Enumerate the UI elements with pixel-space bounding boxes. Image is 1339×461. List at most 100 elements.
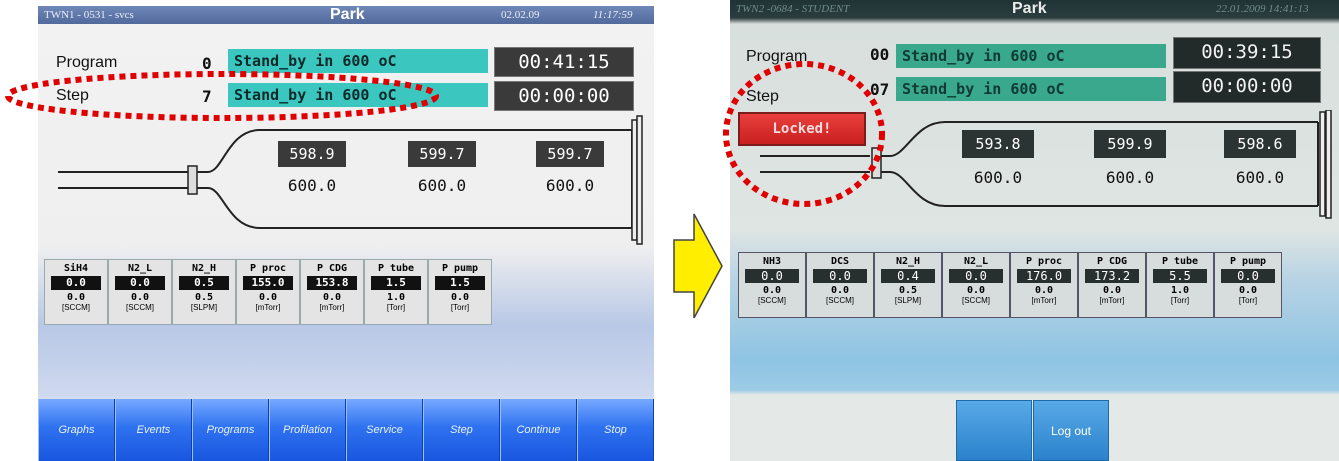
gas-unit: [Torr]: [450, 303, 470, 312]
screen-title: Park: [1012, 0, 1047, 17]
gas-name: SiH4: [63, 263, 89, 274]
gas-setpoint: 0.0: [1034, 285, 1054, 296]
gas-cell: P proc 176.0 0.0 [mTorr]: [1010, 252, 1078, 318]
system-name: TWN1 - 0531 - svcs: [44, 9, 134, 21]
gas-unit: [mTorr]: [1031, 296, 1057, 305]
gas-setpoint: 0.0: [1238, 285, 1258, 296]
gas-actual: 0.0: [1221, 269, 1275, 283]
date-time-display: 22.01.2009 14:41:13: [1216, 3, 1309, 15]
logout-button[interactable]: Log out: [1033, 400, 1109, 461]
gas-name: DCS: [830, 256, 850, 267]
time-display: 11:17:59: [593, 9, 633, 21]
graphs-button[interactable]: Graphs: [38, 399, 115, 461]
bottom-button-bar: Graphs Events Programs Profilation Servi…: [38, 399, 654, 461]
gas-name: P CDG: [1096, 256, 1128, 267]
gas-setpoint: 0.0: [66, 292, 86, 303]
programs-button[interactable]: Programs: [192, 399, 269, 461]
gas-unit: [SCCM]: [962, 296, 990, 305]
gas-actual: 0.0: [115, 276, 165, 290]
step-timer: 00:00:00: [1174, 72, 1320, 102]
gas-unit: [mTorr]: [319, 303, 345, 312]
gas-setpoint: 1.0: [386, 292, 406, 303]
step-name: Stand_by in 600 oC: [896, 77, 1166, 101]
step-highlight-ellipse: [5, 71, 439, 121]
program-name: Stand_by in 600 oC: [896, 44, 1166, 68]
gas-unit: [SLPM]: [894, 296, 922, 305]
gas-actual: 173.2: [1085, 269, 1139, 283]
gas-setpoint: 0.0: [130, 292, 150, 303]
zone1-actual-temp: 598.9: [278, 141, 346, 167]
gas-cell: P pump 0.0 0.0 [Torr]: [1214, 252, 1282, 318]
gas-actual: 0.0: [949, 269, 1003, 283]
gas-cell: N2_H 0.5 0.5 [SLPM]: [172, 259, 236, 325]
gas-name: P CDG: [316, 263, 348, 274]
gas-cell: P CDG 153.8 0.0 [mTorr]: [300, 259, 364, 325]
profilation-button[interactable]: Profilation: [269, 399, 346, 461]
gas-unit: [Torr]: [1238, 296, 1258, 305]
zone3-actual-temp: 598.6: [1224, 130, 1296, 158]
gas-setpoint: 0.5: [898, 285, 918, 296]
stop-button[interactable]: Stop: [577, 399, 654, 461]
gas-cell: P pump 1.5 0.0 [Torr]: [428, 259, 492, 325]
zone1-setpoint: 600.0: [287, 176, 337, 195]
gas-cell: P tube 1.5 1.0 [Torr]: [364, 259, 428, 325]
gas-unit: [SCCM]: [126, 303, 154, 312]
gas-setpoint: 0.0: [966, 285, 986, 296]
gas-cell: NH3 0.0 0.0 [SCCM]: [738, 252, 806, 318]
gas-setpoint: 0.0: [762, 285, 782, 296]
gas-unit: [SCCM]: [62, 303, 90, 312]
gas-name: N2_H: [895, 256, 921, 267]
gas-name: N2_L: [127, 263, 153, 274]
gas-actual: 1.5: [435, 276, 485, 290]
gas-cell: N2_H 0.4 0.5 [SLPM]: [874, 252, 942, 318]
title-bar: TWN1 - 0531 - svcs Park 02.02.09 11:17:5…: [38, 6, 654, 24]
gas-actual: 0.5: [179, 276, 229, 290]
gas-setpoint: 0.0: [450, 292, 470, 303]
gas-setpoint: 0.5: [194, 292, 214, 303]
gas-cell: P proc 155.0 0.0 [mTorr]: [236, 259, 300, 325]
continue-button[interactable]: Continue: [500, 399, 577, 461]
gas-setpoint: 0.0: [258, 292, 278, 303]
gas-actual: 176.0: [1017, 269, 1071, 283]
step-button[interactable]: Step: [423, 399, 500, 461]
zone1-actual-temp: 593.8: [962, 130, 1034, 158]
service-button[interactable]: Service: [346, 399, 423, 461]
blank-button[interactable]: [956, 400, 1032, 461]
gas-cell: P CDG 173.2 0.0 [mTorr]: [1078, 252, 1146, 318]
events-button[interactable]: Events: [115, 399, 192, 461]
zone2-setpoint: 600.0: [417, 176, 467, 195]
gas-actual: 0.0: [51, 276, 101, 290]
gas-pressure-grid: SiH4 0.0 0.0 [SCCM] N2_L 0.0 0.0 [SCCM] N2_H 0.…: [44, 259, 492, 325]
gas-setpoint: 0.0: [322, 292, 342, 303]
gas-actual: 155.0: [243, 276, 293, 290]
gas-cell: N2_L 0.0 0.0 [SCCM]: [942, 252, 1010, 318]
system-name: TWN2 -0684 - STUDENT: [736, 3, 850, 15]
gas-name: P tube: [377, 263, 415, 274]
gas-name: P pump: [1229, 256, 1267, 267]
gas-unit: [mTorr]: [1099, 296, 1125, 305]
zone2-actual-temp: 599.7: [408, 141, 476, 167]
arrow-right-icon: [673, 213, 723, 319]
gas-unit: [Torr]: [1170, 296, 1190, 305]
gas-unit: [SCCM]: [758, 296, 786, 305]
gas-unit: [Torr]: [386, 303, 406, 312]
gas-cell: N2_L 0.0 0.0 [SCCM]: [108, 259, 172, 325]
locked-highlight-circle: [723, 61, 885, 207]
gas-name: N2_H: [191, 263, 217, 274]
program-timer: 00:39:15: [1174, 38, 1320, 68]
zone3-setpoint: 600.0: [1235, 168, 1285, 187]
gas-unit: [mTorr]: [255, 303, 281, 312]
title-bar: TWN2 -0684 - STUDENT Park 22.01.2009 14:…: [730, 0, 1339, 18]
zone2-actual-temp: 599.9: [1094, 130, 1166, 158]
gas-actual: 0.4: [881, 269, 935, 283]
screen-title: Park: [330, 6, 365, 23]
gas-unit: [SLPM]: [190, 303, 218, 312]
gas-actual: 5.5: [1153, 269, 1207, 283]
date-display: 02.02.09: [501, 9, 540, 21]
zone2-setpoint: 600.0: [1105, 168, 1155, 187]
gas-actual: 1.5: [371, 276, 421, 290]
gas-name: P proc: [1025, 256, 1063, 267]
gas-setpoint: 0.0: [1102, 285, 1122, 296]
gas-name: P pump: [441, 263, 479, 274]
gas-unit: [SCCM]: [826, 296, 854, 305]
